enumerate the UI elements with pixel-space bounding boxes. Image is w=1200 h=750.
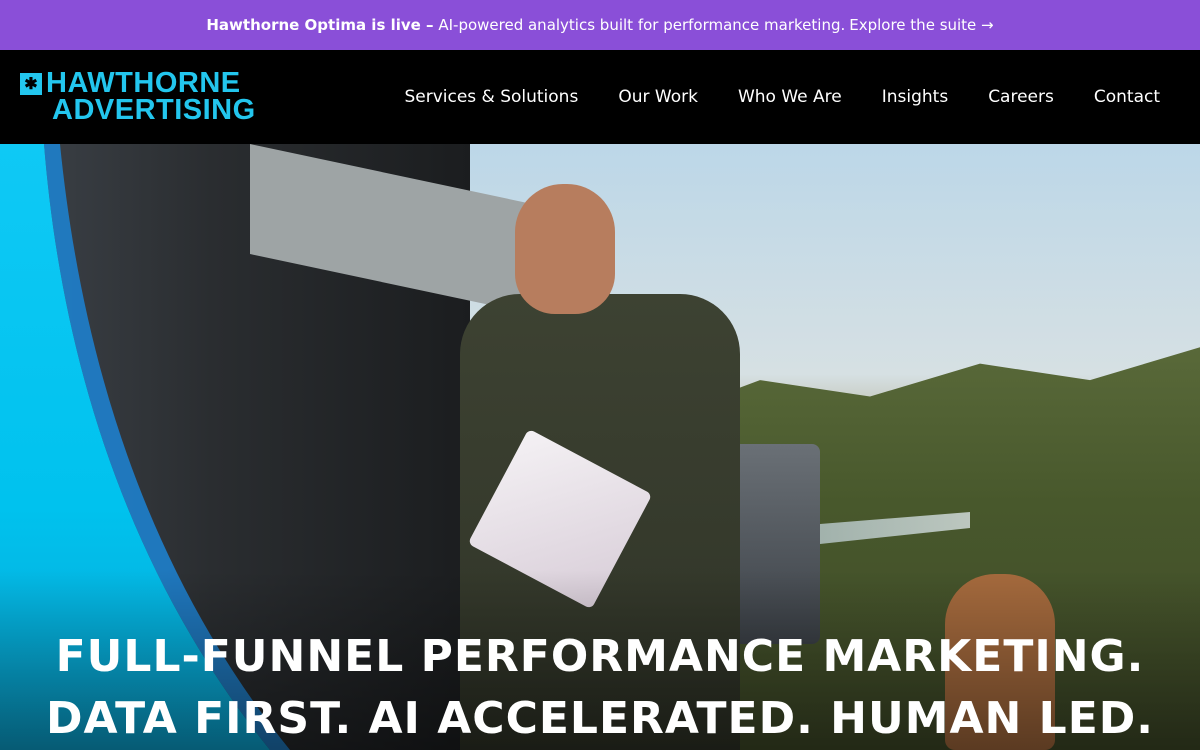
announcement-bar[interactable]: Hawthorne Optima is live – AI-powered an… <box>0 0 1200 50</box>
main-nav: Services & Solutions Our Work Who We Are… <box>404 87 1160 107</box>
brand-line2: ADVERTISING <box>52 94 256 126</box>
nav-who-we-are[interactable]: Who We Are <box>738 87 842 107</box>
hero-headline: FULL-FUNNEL PERFORMANCE MARKETING. DATA … <box>0 626 1200 750</box>
person-head <box>515 184 615 314</box>
nav-services[interactable]: Services & Solutions <box>404 87 578 107</box>
nav-careers[interactable]: Careers <box>988 87 1054 107</box>
hero-headline-line1: FULL-FUNNEL PERFORMANCE MARKETING. <box>55 631 1145 682</box>
asterisk-icon: ✱ <box>20 73 42 95</box>
hero-headline-line2: DATA FIRST. AI ACCELERATED. HUMAN LED. <box>45 693 1155 744</box>
announcement-bold: Hawthorne Optima is live – <box>206 16 434 34</box>
brand-logo[interactable]: ✱ HAWTHORNE ADVERTISING <box>20 67 256 126</box>
nav-contact[interactable]: Contact <box>1094 87 1160 107</box>
hero-section: FULL-FUNNEL PERFORMANCE MARKETING. DATA … <box>0 144 1200 750</box>
nav-our-work[interactable]: Our Work <box>618 87 698 107</box>
site-header: ✱ HAWTHORNE ADVERTISING Services & Solut… <box>0 50 1200 144</box>
brand-line1: HAWTHORNE <box>46 67 241 99</box>
nav-insights[interactable]: Insights <box>882 87 948 107</box>
announcement-cta-link[interactable]: Explore the suite → <box>849 16 993 34</box>
announcement-text: AI-powered analytics built for performan… <box>438 16 846 34</box>
